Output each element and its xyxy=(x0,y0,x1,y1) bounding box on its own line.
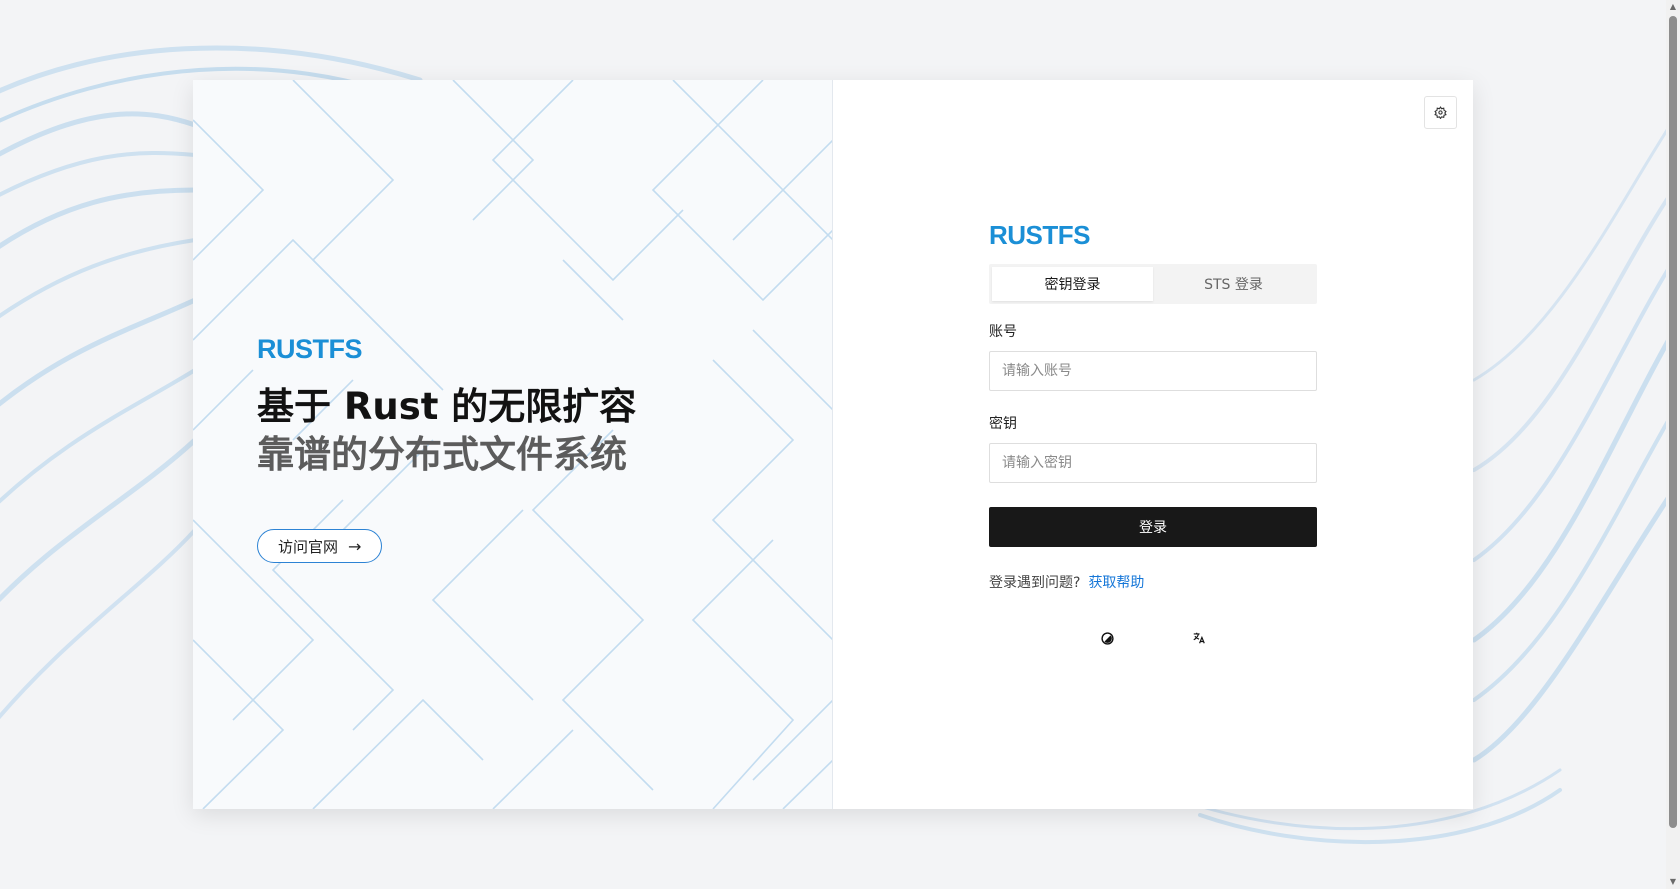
rustfs-logo: RUSTFS xyxy=(257,334,363,364)
hero-content: RUSTFS 基于 Rust 的无限扩容 靠谱的分布式文件系统 访问官网 → xyxy=(257,333,636,563)
hero-headline: 基于 Rust 的无限扩容 xyxy=(257,385,637,428)
arrow-right-icon: → xyxy=(348,536,362,556)
hero-panel: RUSTFS 基于 Rust 的无限扩容 靠谱的分布式文件系统 访问官网 → xyxy=(193,80,833,809)
footer-icons xyxy=(989,628,1317,648)
help-text: 登录遇到问题? xyxy=(989,575,1081,591)
gear-icon xyxy=(1434,106,1447,119)
login-panel: RUSTFS 密钥登录 STS 登录 账号 密钥 登录 登录遇到问题? 获取帮助 xyxy=(833,80,1473,809)
page-scrollbar[interactable]: ▲ ▼ xyxy=(1666,0,1680,889)
theme-toggle-button[interactable] xyxy=(1097,628,1117,648)
secret-key-label: 密钥 xyxy=(989,416,1017,432)
help-line: 登录遇到问题? 获取帮助 xyxy=(989,572,1317,592)
scrollbar-thumb[interactable] xyxy=(1669,16,1677,828)
theme-toggle-icon xyxy=(1100,631,1114,645)
tab-sts-login[interactable]: STS 登录 xyxy=(1153,267,1314,301)
visit-website-button[interactable]: 访问官网 → xyxy=(257,529,383,563)
tab-secret-key-login[interactable]: 密钥登录 xyxy=(992,267,1153,301)
login-card: RUSTFS 基于 Rust 的无限扩容 靠谱的分布式文件系统 访问官网 → R… xyxy=(193,80,1473,809)
scroll-up-arrow-icon[interactable]: ▲ xyxy=(1666,0,1680,14)
visit-website-label: 访问官网 xyxy=(278,537,339,556)
get-help-link[interactable]: 获取帮助 xyxy=(1088,575,1144,591)
language-icon xyxy=(1193,632,1205,644)
settings-button[interactable] xyxy=(1424,96,1457,129)
rustfs-logo: RUSTFS xyxy=(989,220,1091,250)
scroll-down-arrow-icon[interactable]: ▼ xyxy=(1666,875,1680,889)
account-label: 账号 xyxy=(989,324,1017,340)
secret-key-input[interactable] xyxy=(989,443,1317,483)
login-form: RUSTFS 密钥登录 STS 登录 账号 密钥 登录 登录遇到问题? 获取帮助 xyxy=(989,220,1317,648)
language-button[interactable] xyxy=(1189,628,1209,648)
account-input[interactable] xyxy=(989,351,1317,391)
login-tabs: 密钥登录 STS 登录 xyxy=(989,264,1317,304)
login-button[interactable]: 登录 xyxy=(989,507,1317,547)
hero-subheadline: 靠谱的分布式文件系统 xyxy=(257,433,627,476)
